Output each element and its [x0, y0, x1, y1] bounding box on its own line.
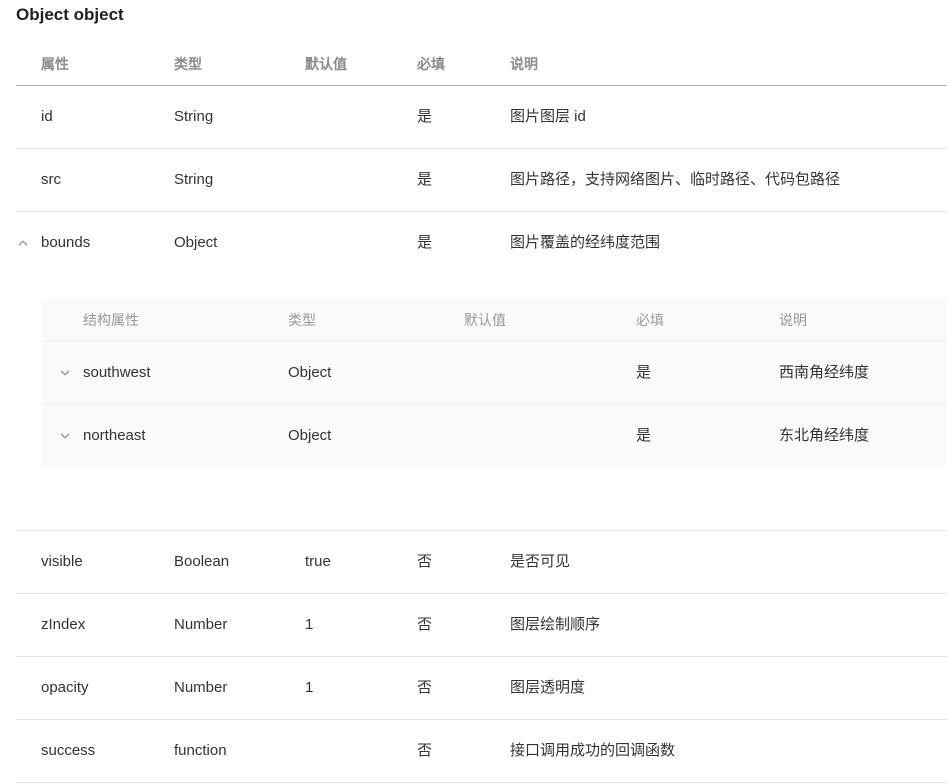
cell-required: 否 [417, 616, 433, 633]
cell-description: 图片覆盖的经纬度范围 [510, 234, 661, 251]
nested-cell-name-text: northeast [83, 427, 146, 444]
cell-default: 1 [305, 616, 314, 633]
table-row: src String 是 图片路径，支持网络图片、临时路径、代码包路径 [16, 149, 947, 212]
cell-default: 1 [305, 679, 314, 696]
nested-cell-default [464, 426, 636, 446]
cell-required: 是 [417, 171, 433, 188]
cell-type: Number [174, 616, 228, 633]
cell-default [305, 107, 417, 127]
cell-description: 是否可见 [510, 553, 571, 570]
cell-default [305, 741, 417, 761]
cell-required: 是 [417, 234, 433, 251]
cell-type: String [174, 108, 214, 125]
table-row: zIndex Number 1 否 图层绘制顺序 [16, 594, 947, 657]
cell-type: Number [174, 679, 228, 696]
table-row: success function 否 接口调用成功的回调函数 [16, 720, 947, 783]
nested-column-header-default: 默认值 [464, 312, 506, 328]
cell-description: 图层透明度 [510, 679, 586, 696]
nested-cell-name-text: southwest [83, 364, 151, 381]
column-header-default: 默认值 [305, 56, 347, 72]
nested-table-row[interactable]: northeast Object 是 东北角经纬度 [42, 404, 947, 467]
chevron-up-icon[interactable] [18, 240, 28, 246]
table-header-row: 属性 类型 默认值 必填 说明 [16, 43, 947, 86]
table-row: visible Boolean true 否 是否可见 [16, 531, 947, 594]
nested-cell-default [464, 363, 636, 383]
nested-header-row: 结构属性 类型 默认值 必填 说明 [42, 299, 947, 341]
table-row: id String 是 图片图层 id [16, 86, 947, 149]
cell-name: visible [41, 553, 83, 570]
cell-description: 接口调用成功的回调函数 [510, 742, 676, 759]
nested-cell-type: Object [288, 364, 332, 381]
object-properties-table: 属性 类型 默认值 必填 说明 id String 是 图片图层 id src … [16, 43, 947, 783]
nested-column-header-description: 说明 [779, 312, 807, 328]
cell-name: success [41, 742, 96, 759]
cell-name: zIndex [41, 616, 86, 633]
cell-default [305, 170, 417, 190]
table-row-expanded-bounds: bounds Object 是 图片覆盖的经纬度范围 结构属性 类型 默认值 必… [16, 212, 947, 531]
cell-required: 否 [417, 679, 433, 696]
nested-column-header-name: 结构属性 [83, 312, 139, 328]
nested-cell-name: northeast [42, 426, 288, 446]
cell-type: Object [174, 234, 218, 251]
cell-type: Boolean [174, 553, 230, 570]
cell-required: 否 [417, 742, 433, 759]
chevron-down-icon[interactable] [60, 370, 70, 376]
page-title: Object object [16, 5, 124, 24]
nested-cell-required: 是 [636, 427, 652, 444]
cell-name: opacity [41, 679, 89, 696]
column-header-required: 必填 [417, 56, 445, 72]
nested-cell-description: 西南角经纬度 [779, 364, 870, 381]
column-header-description: 说明 [510, 56, 538, 72]
cell-required: 否 [417, 553, 433, 570]
cell-description: 图层绘制顺序 [510, 616, 601, 633]
cell-default: true [305, 553, 331, 570]
nested-cell-required: 是 [636, 364, 652, 381]
cell-required: 是 [417, 108, 433, 125]
cell-name-text: bounds [41, 234, 91, 251]
cell-name: id [41, 108, 53, 125]
nested-cell-description: 东北角经纬度 [779, 427, 870, 444]
column-header-type: 类型 [174, 56, 202, 72]
column-header-name: 属性 [41, 56, 69, 72]
nested-table-row[interactable]: southwest Object 是 西南角经纬度 [42, 341, 947, 404]
nested-cell-name: southwest [42, 363, 288, 383]
cell-name: src [41, 171, 61, 188]
nested-cell-type: Object [288, 427, 332, 444]
chevron-down-icon[interactable] [60, 433, 70, 439]
table-row: opacity Number 1 否 图层透明度 [16, 657, 947, 720]
cell-type: function [174, 742, 227, 759]
cell-name: bounds [16, 233, 174, 253]
nested-column-header-type: 类型 [288, 312, 316, 328]
cell-description: 图片图层 id [510, 108, 586, 125]
cell-description: 图片路径，支持网络图片、临时路径、代码包路径 [510, 171, 841, 188]
cell-type: String [174, 171, 214, 188]
cell-default [305, 233, 417, 253]
nested-structure-table: 结构属性 类型 默认值 必填 说明 southwest Object 是 西南角… [42, 299, 947, 467]
nested-column-header-required: 必填 [636, 312, 664, 328]
table-row[interactable]: bounds Object 是 图片覆盖的经纬度范围 [16, 212, 947, 274]
